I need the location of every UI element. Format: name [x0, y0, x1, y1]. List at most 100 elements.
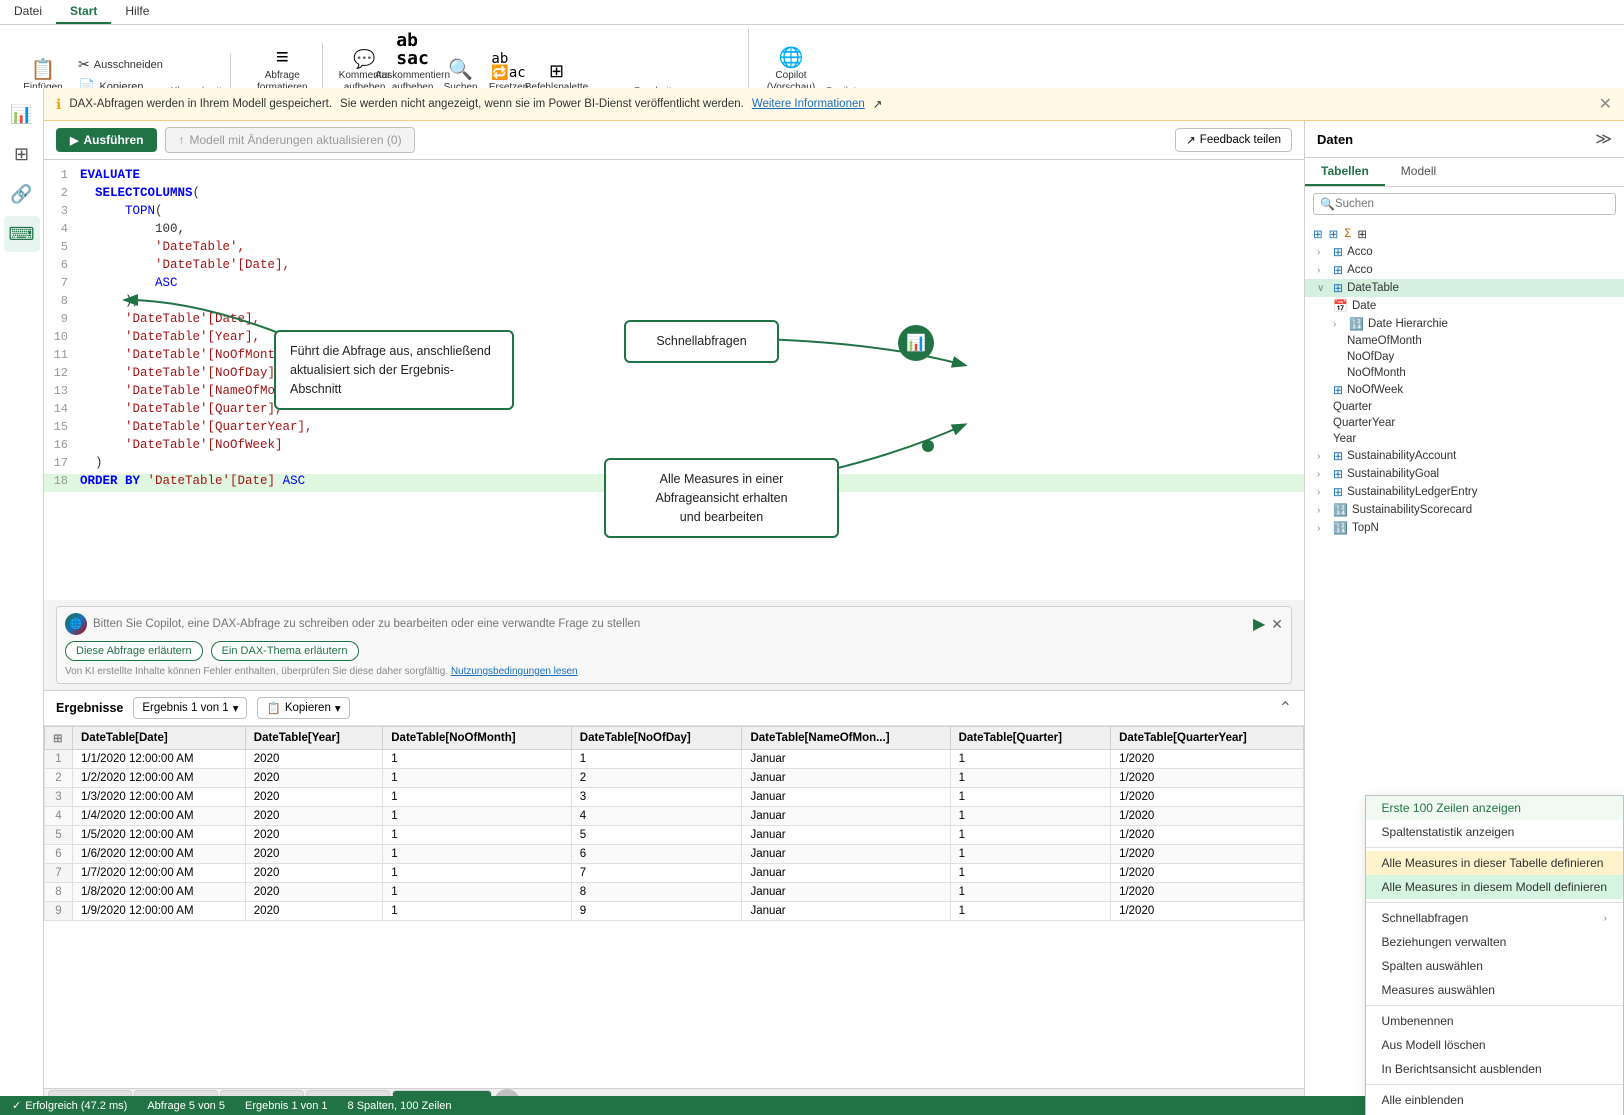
- table-cell: 8: [45, 883, 73, 902]
- copilot-action-buttons: Diese Abfrage erläutern Ein DAX-Thema er…: [65, 641, 1283, 661]
- results-collapse-button[interactable]: ⌃: [1279, 698, 1292, 718]
- tree-item-noofday[interactable]: NoOfDay: [1305, 349, 1624, 365]
- tree-item-quarter[interactable]: Quarter: [1305, 399, 1624, 415]
- tree-item-sustainability-account[interactable]: › ⊞ SustainabilityAccount: [1305, 447, 1624, 465]
- ctx-sep-1: [1366, 847, 1623, 848]
- ctx-beziehungen[interactable]: Beziehungen verwalten: [1366, 930, 1623, 954]
- tree-label-noofday: NoOfDay: [1347, 351, 1394, 363]
- right-tab-model[interactable]: Modell: [1385, 158, 1452, 186]
- sidebar-icon-data[interactable]: ⊞: [4, 136, 40, 172]
- feedback-button[interactable]: ↗ Feedback teilen: [1175, 128, 1292, 152]
- right-panel-header: Daten ≫: [1305, 121, 1624, 158]
- copilot-explain-dax-button[interactable]: Ein DAX-Thema erläutern: [211, 641, 359, 661]
- tree-label-datetable: DateTable: [1347, 282, 1399, 294]
- table-cell: 2020: [245, 883, 382, 902]
- table-cell: 1/2020: [1111, 883, 1304, 902]
- ctx-measures[interactable]: Measures auswählen: [1366, 978, 1623, 1002]
- feedback-icon: ↗: [1186, 133, 1196, 147]
- table-cell: 5: [571, 826, 742, 845]
- auskommentieren-button[interactable]: absac Auskommentiernaufheben: [391, 29, 435, 97]
- update-button[interactable]: ↑ Modell mit Änderungen aktualisieren (0…: [165, 127, 414, 153]
- copy-icon-sm: 📋: [266, 701, 280, 715]
- info-link[interactable]: Weitere Informationen: [752, 98, 865, 110]
- tree-item-sustainability-goal[interactable]: › ⊞ SustainabilityGoal: [1305, 465, 1624, 483]
- tree-item-year[interactable]: Year: [1305, 431, 1624, 447]
- ctx-first100[interactable]: Erste 100 Zeilen anzeigen: [1366, 796, 1623, 820]
- tooltip-query-runs: Führt die Abfrage aus, anschließendaktua…: [274, 330, 514, 410]
- tree-label-noofweek: NoOfWeek: [1347, 384, 1403, 396]
- ctx-schnellabfragen[interactable]: Schnellabfragen ›: [1366, 906, 1623, 930]
- table-cell: 1/2020: [1111, 750, 1304, 769]
- tree-item-noofweek[interactable]: ⊞ NoOfWeek: [1305, 381, 1624, 399]
- expand-panel-button[interactable]: ≫: [1595, 129, 1612, 149]
- ctx-define-measures-model[interactable]: Alle Measures in diesem Modell definiere…: [1366, 875, 1623, 899]
- tree-item-topn[interactable]: › 🔢 TopN: [1305, 519, 1624, 537]
- ctx-ausblenden[interactable]: In Berichtsansicht ausblenden: [1366, 1057, 1623, 1081]
- tree-item-date-hierarchie[interactable]: › 🔢 Date Hierarchie: [1305, 315, 1624, 333]
- grid-icon: ⊞: [53, 733, 63, 745]
- right-tab-tables[interactable]: Tabellen: [1305, 158, 1385, 186]
- ctx-sep-2: [1366, 902, 1623, 903]
- col-header-year[interactable]: DateTable[Year]: [245, 727, 382, 750]
- right-panel: Daten ≫ Tabellen Modell 🔍 ⊞ ⊞ Σ ⊞: [1304, 121, 1624, 1115]
- tree-item-quarteryear[interactable]: QuarterYear: [1305, 415, 1624, 431]
- ausschneiden-label: Ausschneiden: [94, 59, 163, 71]
- table-cell: 4: [45, 807, 73, 826]
- quick-query-icon[interactable]: 📊: [898, 325, 934, 361]
- table-cell: 1: [383, 750, 572, 769]
- copilot-explain-query-button[interactable]: Diese Abfrage erläutern: [65, 641, 203, 661]
- chevron-sust-goal: ›: [1317, 469, 1329, 480]
- col-header-noofday[interactable]: DateTable[NoOfDay]: [571, 727, 742, 750]
- col-header-quarteryear[interactable]: DateTable[QuarterYear]: [1111, 727, 1304, 750]
- tree-item-sustainability-scorecard[interactable]: › 🔢 SustainabilityScorecard: [1305, 501, 1624, 519]
- tab-start[interactable]: Start: [56, 0, 111, 24]
- tree-table-icon-1: ⊞: [1313, 227, 1323, 241]
- table-cell: Januar: [742, 864, 950, 883]
- ausschneiden-button[interactable]: ✂ Ausschneiden: [74, 54, 167, 75]
- table-cell: 7: [571, 864, 742, 883]
- hierarchy-icon: 🔢: [1349, 317, 1364, 331]
- table-icon-datetable: ⊞: [1333, 281, 1343, 295]
- run-button[interactable]: ▶ Ausführen: [56, 128, 157, 152]
- results-copy-button[interactable]: 📋 Kopieren ▾: [257, 697, 349, 719]
- results-select[interactable]: Ergebnis 1 von 1 ▾: [133, 697, 247, 719]
- sidebar-icon-report[interactable]: 📊: [4, 96, 40, 132]
- copilot-close-button[interactable]: ✕: [1271, 616, 1283, 633]
- tree-item-nameofmonth[interactable]: NameOfMonth: [1305, 333, 1624, 349]
- tree-item-acco1[interactable]: › ⊞ Acco: [1305, 243, 1624, 261]
- tree-item-date[interactable]: 📅 Date: [1305, 297, 1624, 315]
- tree-item-acco2[interactable]: › ⊞ Acco: [1305, 261, 1624, 279]
- tab-hilfe[interactable]: Hilfe: [111, 0, 163, 24]
- table-icon-sust-goal: ⊞: [1333, 467, 1343, 481]
- code-area[interactable]: 1 EVALUATE 2 SELECTCOLUMNS( 3 TOPN( 4: [44, 160, 1304, 600]
- col-header-nameofmonth[interactable]: DateTable[NameOfMon...]: [742, 727, 950, 750]
- tree-item-sustainability-ledger[interactable]: › ⊞ SustainabilityLedgerEntry: [1305, 483, 1624, 501]
- ctx-spalten[interactable]: Spalten auswählen: [1366, 954, 1623, 978]
- col-header-quarter[interactable]: DateTable[Quarter]: [950, 727, 1110, 750]
- search-input[interactable]: [1335, 198, 1609, 210]
- tree-measure-icon: Σ: [1344, 228, 1351, 240]
- search-box: 🔍: [1313, 193, 1616, 215]
- sidebar-icon-model[interactable]: 🔗: [4, 176, 40, 212]
- table-cell: 2020: [245, 769, 382, 788]
- sidebar-icon-dax[interactable]: ⌨: [4, 216, 40, 252]
- ctx-umbenennen[interactable]: Umbenennen: [1366, 1009, 1623, 1033]
- info-close-button[interactable]: ✕: [1599, 94, 1612, 114]
- copilot-send-button[interactable]: ▶: [1253, 614, 1265, 634]
- code-line-6: 6 'DateTable'[Date],: [44, 258, 1304, 276]
- ctx-define-measures-table[interactable]: Alle Measures in dieser Tabelle definier…: [1366, 851, 1623, 875]
- results-table-container[interactable]: ⊞ DateTable[Date] DateTable[Year] DateTa…: [44, 726, 1304, 1088]
- table-row: 81/8/2020 12:00:00 AM202018Januar11/2020: [45, 883, 1304, 902]
- code-line-15: 15 'DateTable'[QuarterYear],: [44, 420, 1304, 438]
- col-header-noofmonth[interactable]: DateTable[NoOfMonth]: [383, 727, 572, 750]
- tree-item-datetable[interactable]: ∨ ⊞ DateTable: [1305, 279, 1624, 297]
- copilot-terms-link[interactable]: Nutzungsbedingungen lesen: [451, 666, 578, 677]
- copilot-input[interactable]: [93, 618, 1247, 630]
- tree-item-noofmonth[interactable]: NoOfMonth: [1305, 365, 1624, 381]
- ctx-column-stats[interactable]: Spaltenstatistik anzeigen: [1366, 820, 1623, 844]
- ctx-aus-modell[interactable]: Aus Modell löschen: [1366, 1033, 1623, 1057]
- tab-datei[interactable]: Datei: [0, 0, 56, 24]
- results-copy-label: Kopieren: [285, 702, 331, 714]
- ctx-alle-einblenden[interactable]: Alle einblenden: [1366, 1088, 1623, 1112]
- col-header-date[interactable]: DateTable[Date]: [73, 727, 246, 750]
